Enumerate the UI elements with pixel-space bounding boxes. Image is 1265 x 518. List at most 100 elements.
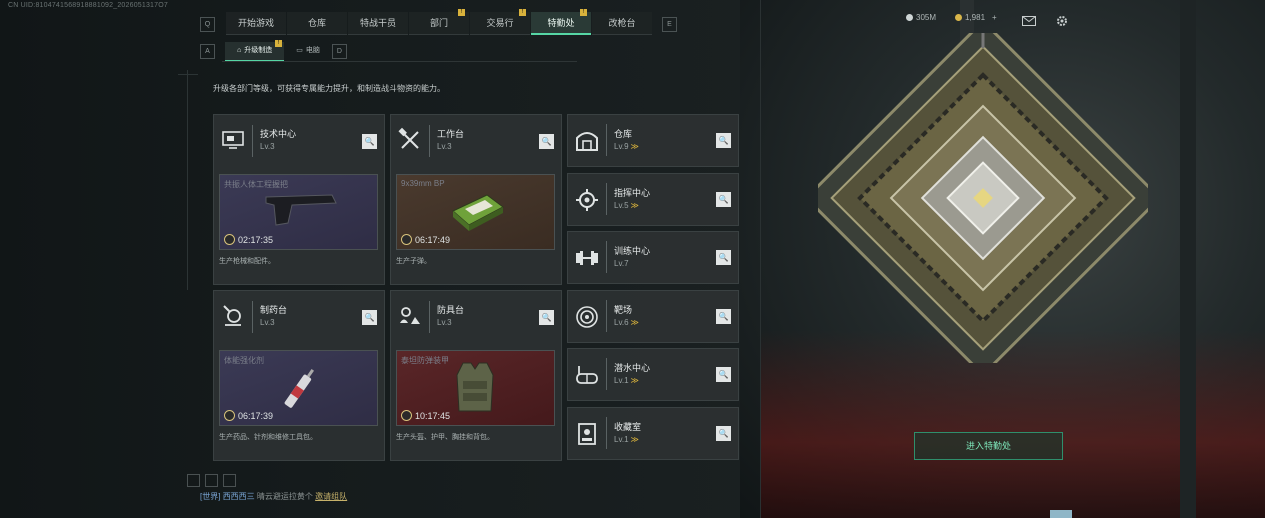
tools-icon (398, 127, 419, 149)
card-title: 收藏室 (614, 422, 642, 432)
tab-upgrade-craft[interactable]: ⌂ 升级制造 ! (225, 39, 285, 61)
chat-sender[interactable]: 西西西三 (223, 492, 255, 501)
collection-icon (578, 423, 596, 445)
divider (222, 61, 577, 62)
separator (429, 301, 430, 333)
separator (606, 300, 607, 332)
separator (429, 125, 430, 157)
special-ops-cube (818, 33, 1148, 363)
tab-trading[interactable]: 交易行! (470, 9, 530, 35)
card-title: 制药台 (260, 305, 288, 315)
upgrade-icon: ≫ (630, 435, 639, 444)
card-pharmacy[interactable]: 制药台 Lv.3 🔍 体能强化剂 06:17:39 生产药品、针剂和维修工具包。 (213, 290, 385, 461)
production-slot[interactable]: 9x39mm BP 06:17:49 (396, 174, 555, 250)
card-warehouse[interactable]: 仓库 Lv.9 ≫ 🔍 (567, 114, 739, 167)
chat-tab-button[interactable] (223, 474, 236, 487)
search-icon[interactable]: 🔍 (362, 310, 377, 325)
separator (252, 125, 253, 157)
search-icon[interactable]: 🔍 (716, 250, 731, 265)
separator (606, 124, 607, 156)
microscope-icon (223, 305, 241, 326)
tab-warehouse[interactable]: 仓库 (287, 12, 347, 35)
item-name: 体能强化剂 (224, 356, 264, 365)
chat-tab-button[interactable] (187, 474, 200, 487)
search-icon[interactable]: 🔍 (716, 367, 731, 382)
search-icon[interactable]: 🔍 (716, 309, 731, 324)
target-icon (576, 306, 598, 328)
gear-icon[interactable] (1056, 15, 1068, 27)
card-command-center[interactable]: 指挥中心 Lv.5 ≫ 🔍 (567, 173, 739, 226)
search-icon[interactable]: 🔍 (716, 133, 731, 148)
production-timer: 02:17:35 (224, 234, 273, 245)
card-armor-bench[interactable]: 防具台 Lv.3 🔍 泰坦防弹装甲 10:17:45 生产头盔、护甲、胸挂和背包… (390, 290, 562, 461)
tab-computer[interactable]: ▭ 电脑 (284, 42, 332, 60)
chat-text: 晴云避运拉黄个 (256, 492, 313, 501)
search-icon[interactable]: 🔍 (539, 310, 554, 325)
decor-line (178, 74, 198, 75)
armor-parts-icon (400, 307, 420, 324)
notification-badge: ! (580, 9, 587, 16)
chat-tab-button[interactable] (205, 474, 218, 487)
injector-item-icon (284, 369, 315, 408)
card-collection-room[interactable]: 收藏室 Lv.1 ≫ 🔍 (567, 407, 739, 460)
upgrade-icon: ≫ (630, 201, 639, 210)
notification-badge: ! (275, 39, 283, 47)
tab-operators[interactable]: 特战干员 (348, 12, 408, 35)
card-shooting-range[interactable]: 靶场 Lv.6 ≫ 🔍 (567, 290, 739, 343)
command-icon (576, 189, 598, 211)
search-icon[interactable]: 🔍 (716, 426, 731, 441)
tab-special-ops[interactable]: 特勤处! (531, 9, 591, 35)
card-level: Lv.3 (437, 142, 452, 151)
search-icon[interactable]: 🔍 (539, 134, 554, 149)
card-tech-center[interactable]: 技术中心 Lv.3 🔍 共振人体工程握把 02:17:35 生产枪械和配件。 (213, 114, 385, 285)
tab-start-game[interactable]: 开始游戏 (226, 12, 286, 35)
production-timer: 10:17:45 (401, 410, 450, 421)
clock-icon (401, 234, 412, 245)
monitor-icon (222, 131, 244, 149)
item-name: 9x39mm BP (401, 179, 445, 188)
card-workbench[interactable]: 工作台 Lv.3 🔍 9x39mm BP 06:17:49 生产子弹。 (390, 114, 562, 285)
uid-text: CN UID:8104741568918881092_2026051317O7 (8, 2, 168, 9)
avatar[interactable] (1050, 510, 1072, 518)
subnav-next-key[interactable]: D (331, 43, 347, 59)
card-level: Lv.5 ≫ (614, 201, 639, 210)
subnav-prev-key[interactable]: A (200, 43, 215, 59)
upgrade-icon: ≫ (630, 318, 639, 327)
card-title: 指挥中心 (614, 188, 651, 198)
dumbbell-icon (576, 251, 598, 265)
notification-badge: ! (458, 9, 465, 16)
separator (606, 358, 607, 390)
item-name: 泰坦防弹装甲 (401, 356, 449, 365)
armor-vest-icon (456, 362, 494, 412)
sub-navigation: A ⌂ 升级制造 ! ▭ 电脑 D (200, 39, 347, 61)
production-timer: 06:17:49 (401, 234, 450, 245)
separator (606, 241, 607, 273)
card-title: 技术中心 (260, 129, 297, 139)
nav-next-key[interactable]: E (662, 17, 677, 32)
tab-gunsmith[interactable]: 改枪台 (592, 12, 652, 35)
clock-icon (224, 410, 235, 421)
add-currency-button[interactable]: + (992, 13, 997, 22)
production-slot[interactable]: 体能强化剂 06:17:39 (219, 350, 378, 426)
card-level: Lv.3 (260, 318, 275, 327)
card-diving-center[interactable]: 潜水中心 Lv.1 ≫ 🔍 (567, 348, 739, 401)
enter-special-ops-button[interactable]: 进入特勤处 (914, 432, 1063, 460)
chat-invite-link[interactable]: 邀请组队 (315, 492, 347, 501)
production-timer: 06:17:39 (224, 410, 273, 421)
coin-icon (906, 14, 913, 21)
production-slot[interactable]: 泰坦防弹装甲 10:17:45 (396, 350, 555, 426)
card-training-center[interactable]: 训练中心 Lv.7 🔍 (567, 231, 739, 284)
card-title: 靶场 (614, 305, 633, 315)
separator (606, 417, 607, 449)
clock-icon (401, 410, 412, 421)
tab-department[interactable]: 部门! (409, 9, 469, 35)
card-title: 工作台 (437, 129, 465, 139)
search-icon[interactable]: 🔍 (716, 192, 731, 207)
upgrade-icon: ≫ (630, 376, 639, 385)
search-icon[interactable]: 🔍 (362, 134, 377, 149)
upgrade-icon: ≫ (630, 142, 639, 151)
nav-prev-key[interactable]: Q (200, 17, 215, 32)
production-slot[interactable]: 共振人体工程握把 02:17:35 (219, 174, 378, 250)
card-description: 生产药品、针剂和维修工具包。 (219, 434, 317, 441)
mail-icon[interactable] (1022, 16, 1036, 26)
